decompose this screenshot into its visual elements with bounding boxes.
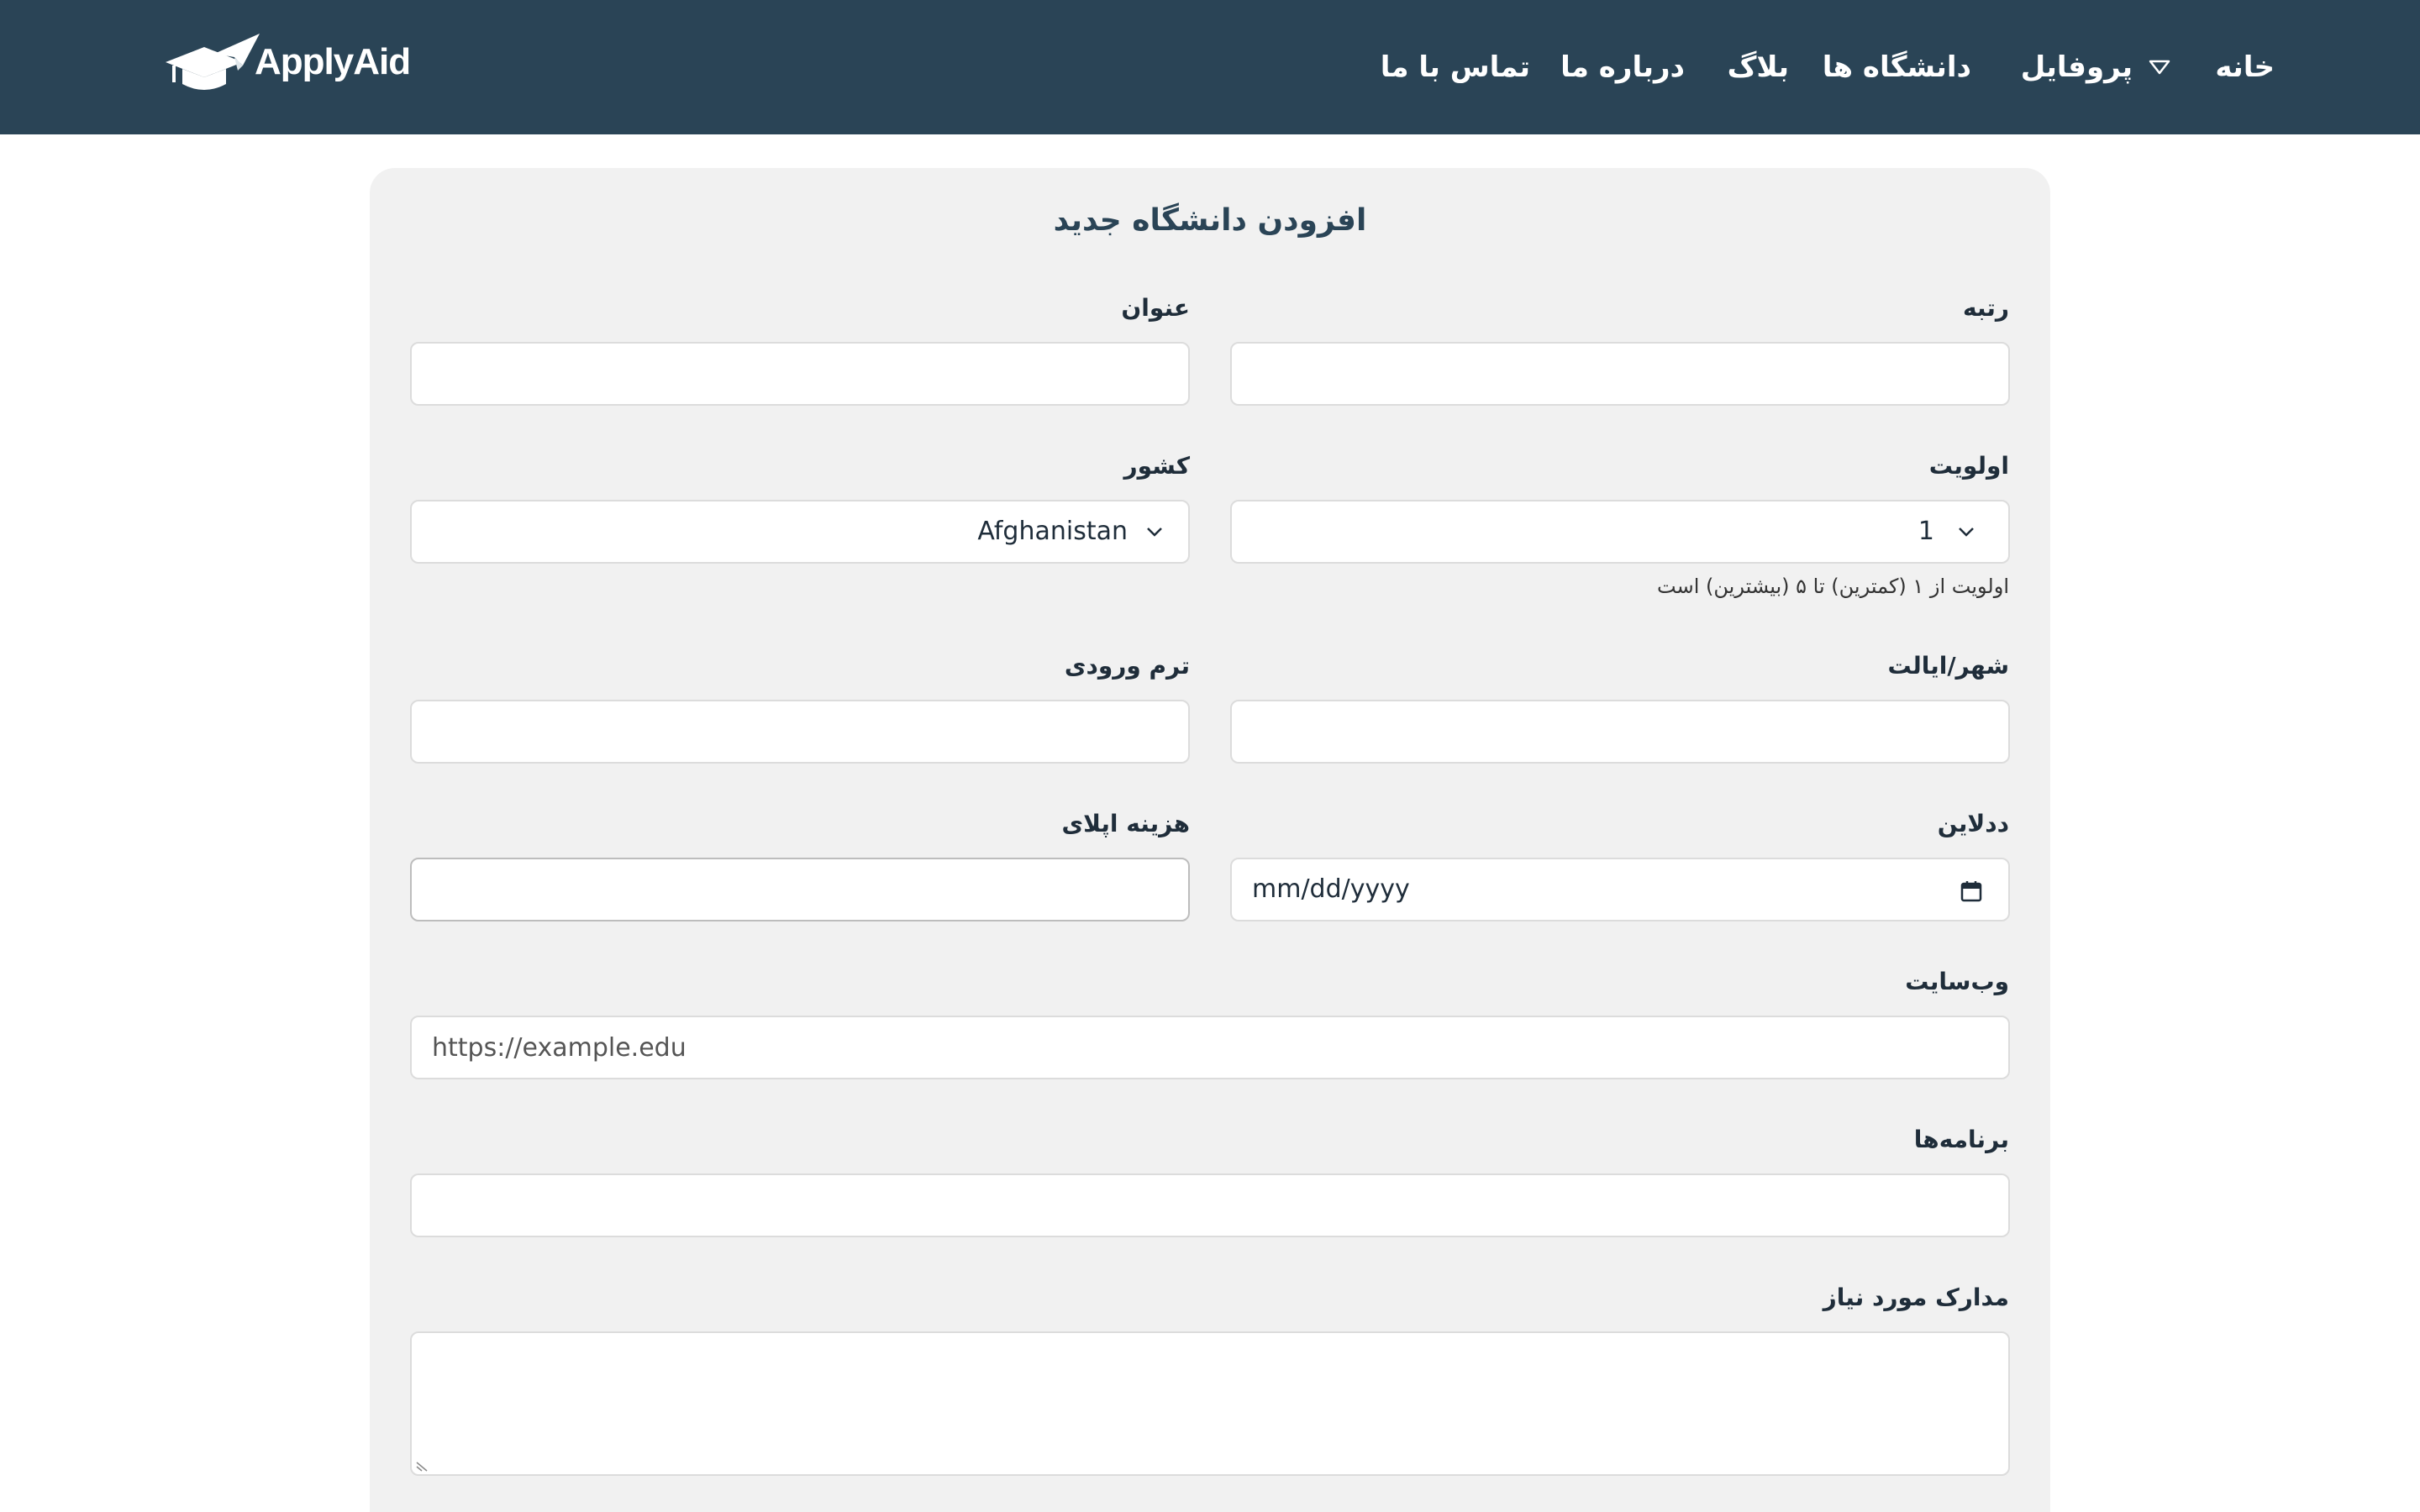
rank-label: رتبه	[1962, 294, 2009, 322]
programs-input[interactable]	[412, 1175, 2008, 1236]
nav-profile-label: پروفایل	[2020, 50, 2133, 84]
title-label: عنوان	[1121, 294, 1190, 322]
chevron-down-icon	[1147, 528, 1162, 537]
deadline-label: ددلاین	[1937, 810, 2009, 837]
nav-about[interactable]: درباره ما	[1560, 44, 1685, 91]
term-label: ترم ورودی	[1064, 652, 1190, 680]
brand-name: ApplyAid	[255, 41, 411, 82]
country-label: کشور	[1123, 452, 1190, 480]
website-input[interactable]	[412, 1017, 2008, 1078]
chevron-down-icon	[1959, 528, 1974, 537]
fee-input[interactable]	[412, 859, 1188, 920]
triangle-down-icon	[2149, 60, 2170, 75]
nav-home[interactable]: خانه	[2215, 44, 2275, 91]
programs-field[interactable]	[410, 1173, 2010, 1237]
graduation-cap-paper-plane-icon	[166, 34, 260, 90]
priority-selected-value: 1	[1918, 517, 1934, 546]
website-label: وب‌سایت	[1905, 968, 2009, 995]
resize-handle-icon[interactable]	[415, 1457, 430, 1473]
documents-label: مدارک مورد نیاز	[1823, 1284, 2009, 1311]
nav-contact[interactable]: تماس با ما	[1381, 44, 1530, 91]
country-selected-value: Afghanistan	[977, 517, 1128, 546]
priority-select[interactable]: 1	[1230, 500, 2010, 564]
country-select[interactable]: Afghanistan	[410, 500, 1190, 564]
nav-profile-dropdown[interactable]: پروفایل	[2021, 44, 2171, 91]
fee-field[interactable]	[410, 858, 1190, 921]
priority-label: اولویت	[1928, 452, 2009, 480]
fee-label: هزینه اپلای	[1061, 810, 1190, 837]
city-label: شهر/ایالت	[1887, 652, 2009, 680]
nav-universities[interactable]: دانشگاه ها	[1823, 44, 1971, 91]
title-field[interactable]	[410, 342, 1190, 406]
deadline-date-placeholder: mm/dd/yyyy	[1252, 874, 1410, 904]
programs-label: برنامه‌ها	[1913, 1126, 2009, 1153]
city-input[interactable]	[1232, 701, 2008, 762]
documents-textarea[interactable]	[412, 1333, 2008, 1474]
rank-field[interactable]	[1230, 342, 2010, 406]
nav-blog[interactable]: بلاگ	[1728, 44, 1789, 91]
title-input[interactable]	[412, 344, 1188, 404]
term-field[interactable]	[410, 700, 1190, 764]
rank-input[interactable]	[1232, 344, 2008, 404]
documents-field[interactable]	[410, 1331, 2010, 1476]
priority-hint: اولویت از ۱ (کمترین) تا ۵ (بیشترین) است	[1657, 575, 2009, 598]
brand-logo[interactable]: ApplyAid	[162, 29, 411, 96]
navbar: ApplyAid خانه پروفایل دانشگاه ها بلاگ در…	[0, 0, 2420, 134]
term-input[interactable]	[412, 701, 1188, 762]
deadline-date-field[interactable]: mm/dd/yyyy	[1230, 858, 2010, 921]
calendar-icon[interactable]	[1960, 879, 1983, 903]
website-field[interactable]	[410, 1016, 2010, 1079]
city-field[interactable]	[1230, 700, 2010, 764]
form-title: افزودن دانشگاه جدید	[1053, 203, 1367, 238]
